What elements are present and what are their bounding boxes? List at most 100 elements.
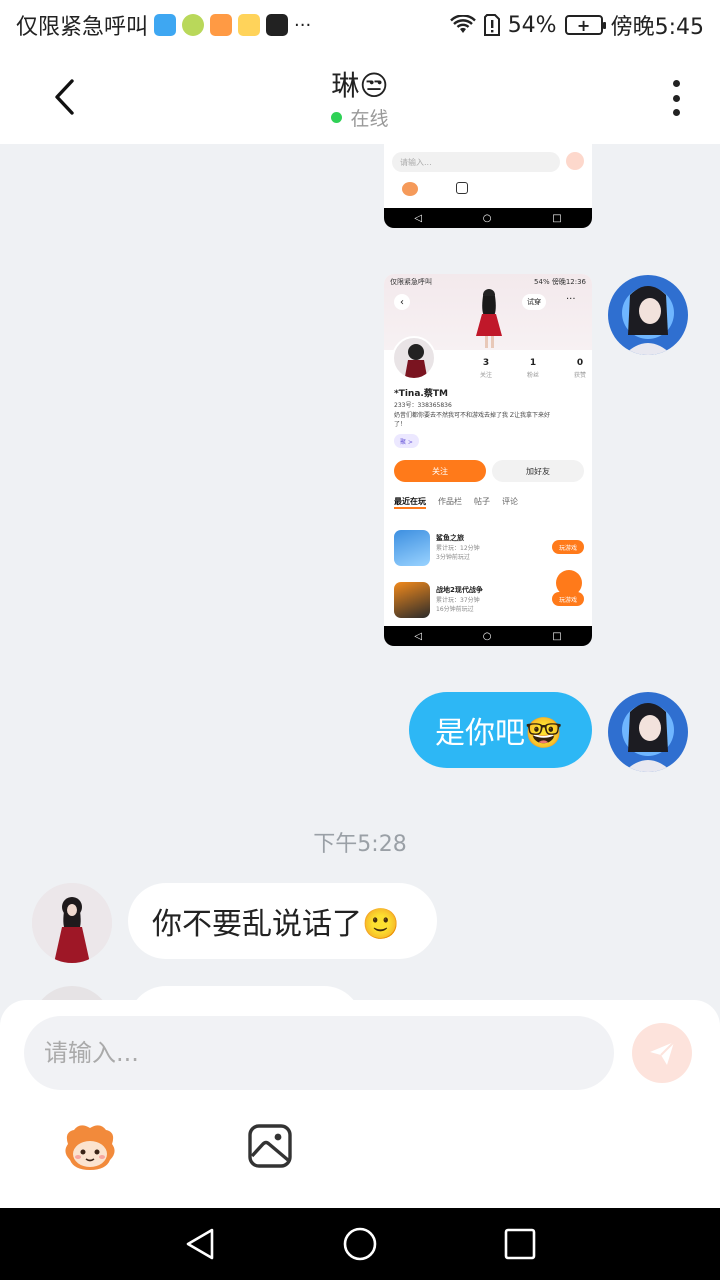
- contact-avatar[interactable]: [32, 986, 112, 1000]
- mini-game-name: 鲨鱼之旅: [436, 534, 464, 542]
- battery-percent: 54%: [507, 12, 557, 38]
- gallery-app-icon: [238, 14, 261, 36]
- mini-profile-name: *Tina.蔡TM: [394, 389, 448, 399]
- mini-back-icon: ‹: [394, 294, 410, 310]
- nav-home-button[interactable]: [340, 1224, 380, 1264]
- shark-game-icon: [394, 530, 430, 566]
- mini-tabs: 最近在玩 作品栏 帖子 评论: [394, 496, 518, 509]
- mini-stats: 3 关注 1 粉丝 0 获赞: [480, 358, 586, 379]
- mini-game-meta: 累计玩：12分钟 3分钟前玩过: [436, 544, 480, 562]
- medal-app-icon: [182, 14, 205, 36]
- paper-plane-icon: [650, 1041, 675, 1065]
- sim-alert-icon: [483, 14, 500, 36]
- image-message-profile[interactable]: 仅限紧急呼叫 54% 傍晚12:36 ‹ 试穿 ··· 3 关注 1 粉丝 0 获赞: [384, 274, 592, 646]
- mini-nav-bar: ◁ ○ □: [384, 208, 592, 228]
- nav-recents-button[interactable]: [500, 1224, 540, 1264]
- contact-name: 琳😒: [331, 69, 389, 102]
- avatar-image: [608, 275, 688, 355]
- mini-stat-value: 1: [529, 358, 537, 368]
- mini-stat-value: 3: [482, 358, 490, 368]
- mascot-sticker-icon: [65, 1125, 115, 1170]
- tiktok-icon: [266, 14, 289, 36]
- message-text: 你不要乱说话了🙂: [152, 907, 400, 942]
- qq-browser-icon: [154, 14, 177, 36]
- image-picker-button[interactable]: [246, 1122, 294, 1170]
- mini-recent-icon: □: [552, 212, 562, 224]
- mini-follow-button: 关注: [394, 460, 486, 482]
- mini-stat-value: 0: [576, 358, 584, 368]
- message-timestamp: 下午5:28: [313, 832, 407, 857]
- mini-more-icon: ···: [566, 294, 576, 305]
- mini-emoji-icon: [402, 182, 418, 196]
- presence-label: 在线: [350, 108, 389, 130]
- wifi-icon: [449, 15, 476, 33]
- mini-add-friend-button: 加好友: [492, 460, 584, 482]
- sticker-button[interactable]: [60, 1122, 120, 1174]
- mini-game-meta2: 16分钟前玩过: [436, 606, 474, 613]
- message-input[interactable]: [24, 1016, 614, 1090]
- triangle-back-icon: [186, 1228, 214, 1260]
- mini-profile-id: 233号：338365836: [394, 402, 452, 409]
- status-bar: 仅限紧急呼叫 ··· 54% + 傍晚5:45: [0, 0, 720, 50]
- mini-image-icon: [456, 182, 468, 194]
- my-avatar[interactable]: [608, 275, 688, 355]
- image-message-small[interactable]: 请输入... ◁ ○ □: [384, 144, 592, 228]
- battery-charging-mark: +: [576, 15, 591, 35]
- contact-avatar[interactable]: [32, 883, 112, 963]
- mini-like-icon: [556, 570, 582, 596]
- mini-stat: 3 关注: [480, 358, 492, 379]
- mini-profile-tag: 聚 >: [394, 434, 419, 448]
- mini-game-meta1: 累计玩：37分钟: [436, 597, 480, 604]
- mini-tab: 最近在玩: [394, 496, 426, 509]
- nav-back-button[interactable]: [180, 1224, 220, 1264]
- mini-home-icon: ○: [482, 212, 492, 224]
- mini-home-icon: ○: [482, 630, 492, 642]
- mini-play-button: 玩游戏: [552, 540, 584, 554]
- mini-stat: 1 粉丝: [527, 358, 539, 379]
- my-avatar[interactable]: [608, 692, 688, 772]
- image-icon: [248, 1124, 292, 1168]
- mini-tab: 作品栏: [438, 497, 462, 506]
- mini-game-item: 战地2现代战争 累计玩：37分钟 16分钟前玩过 玩游戏: [394, 582, 584, 618]
- mini-stat-label: 获赞: [573, 372, 586, 379]
- dot: [672, 109, 680, 116]
- composer: [0, 1000, 720, 1208]
- chat-messages[interactable]: 请输入... ◁ ○ □ 仅限紧急呼叫 54% 傍晚12:36 ‹ 试穿 ···: [0, 144, 720, 1000]
- mini-tab: 帖子: [474, 497, 490, 506]
- more-options-button[interactable]: [664, 78, 688, 118]
- message-text: 是你吧🤓: [435, 716, 563, 751]
- square-recents-icon: [504, 1228, 536, 1260]
- mini-game-meta: 累计玩：37分钟 16分钟前玩过: [436, 596, 480, 614]
- mini-game-item: 鲨鱼之旅 累计玩：12分钟 3分钟前玩过 玩游戏: [394, 530, 584, 566]
- mini-back-icon: ◁: [414, 212, 423, 224]
- character-figure: [476, 289, 502, 348]
- presence-status: 在线: [0, 104, 720, 131]
- video-app-icon: [210, 14, 233, 36]
- mini-profile-bio: 奶昔们都你要去不然我可不和游戏去掉了我 Z让我拿下来好了！: [394, 412, 551, 428]
- mini-game-meta1: 累计玩：12分钟: [436, 545, 480, 552]
- mini-try-on-button: 试穿: [522, 294, 546, 310]
- send-button[interactable]: [632, 1023, 692, 1083]
- outgoing-message[interactable]: 是你吧🤓: [409, 692, 592, 768]
- circle-home-icon: [343, 1227, 377, 1261]
- mini-stat: 0 获赞: [574, 358, 586, 379]
- dot: [672, 80, 680, 87]
- mini-game-name: 战地2现代战争: [436, 586, 483, 594]
- mini-try-on-label: 试穿: [527, 298, 541, 306]
- avatar-image: [608, 692, 688, 772]
- mini-nav-bar: ◁ ○ □: [384, 626, 592, 646]
- mini-status-right: 54% 傍晚12:36: [534, 278, 586, 286]
- clock: 傍晚5:45: [610, 15, 704, 40]
- battery-icon: +: [564, 15, 606, 35]
- carrier-text: 仅限紧急呼叫: [16, 15, 149, 40]
- chat-header: 琳😒 在线: [0, 50, 720, 144]
- mini-back-icon: ◁: [414, 630, 423, 642]
- mini-send-icon: [566, 152, 584, 170]
- incoming-message[interactable]: [128, 986, 362, 1000]
- mini-status-left: 仅限紧急呼叫: [390, 278, 432, 286]
- online-dot-icon: [331, 112, 343, 123]
- more-notifications-icon: ···: [294, 14, 312, 36]
- incoming-message[interactable]: 你不要乱说话了🙂: [128, 883, 437, 959]
- system-nav-bar: [0, 1208, 720, 1280]
- war-game-icon: [394, 582, 430, 618]
